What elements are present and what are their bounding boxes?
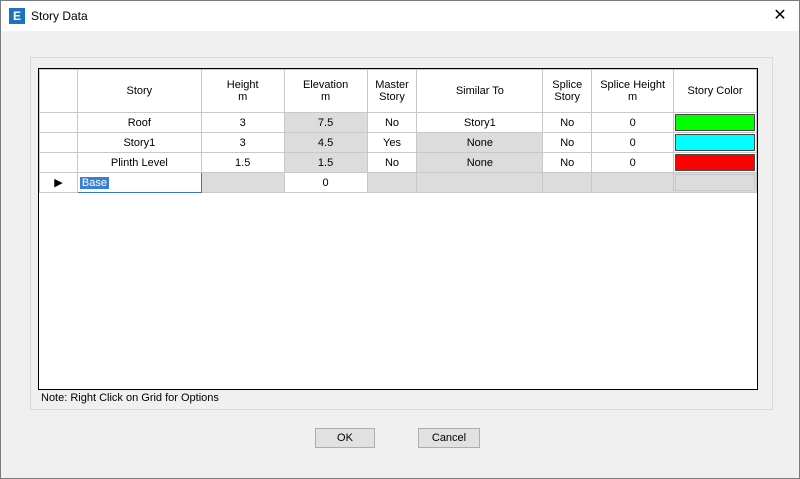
color-swatch-disabled: [675, 174, 755, 191]
splice-story-cell[interactable]: No: [542, 132, 593, 153]
elevation-cell: 7.5: [283, 112, 368, 133]
table-row[interactable]: Roof 3 7.5 No Story1 No 0: [39, 112, 757, 133]
splice-story-cell: [542, 172, 593, 193]
col-header-story-color[interactable]: Story Color: [673, 69, 757, 113]
col-header-story[interactable]: Story: [76, 69, 202, 113]
story-grid[interactable]: Story Height m Elevation m Master Story Si…: [38, 68, 758, 390]
table-row[interactable]: Plinth Level 1.5 1.5 No None No 0: [39, 152, 757, 173]
height-cell[interactable]: 3: [200, 132, 285, 153]
col-header-height[interactable]: Height m: [200, 69, 285, 113]
row-header[interactable]: [39, 132, 78, 153]
story-color-cell[interactable]: [673, 152, 757, 173]
current-row-indicator-icon: ▶: [39, 172, 78, 193]
table-row[interactable]: Story1 3 4.5 Yes None No 0: [39, 132, 757, 153]
story-color-cell: [673, 172, 757, 193]
row-header-corner: [39, 69, 78, 113]
master-story-cell: [366, 172, 418, 193]
height-cell[interactable]: 1.5: [200, 152, 285, 173]
elevation-cell: 1.5: [283, 152, 368, 173]
story-cell[interactable]: Roof: [76, 112, 202, 133]
similar-to-cell: [416, 172, 544, 193]
story-cell[interactable]: Plinth Level: [76, 152, 202, 173]
elevation-cell: 4.5: [283, 132, 368, 153]
height-cell[interactable]: 3: [200, 112, 285, 133]
splice-story-cell[interactable]: No: [542, 152, 593, 173]
window-title: Story Data: [31, 9, 88, 23]
col-header-master-story[interactable]: Master Story: [366, 69, 418, 113]
similar-to-cell[interactable]: Story1: [416, 112, 544, 133]
col-header-splice-story[interactable]: Splice Story: [542, 69, 593, 113]
story-table: Story Height m Elevation m Master Story Si…: [39, 69, 757, 193]
base-story-edit-cell[interactable]: Base: [76, 172, 202, 193]
etabs-app-icon: E: [9, 8, 25, 24]
base-story-input[interactable]: Base: [79, 176, 109, 189]
splice-height-cell[interactable]: 0: [591, 132, 675, 153]
story-cell[interactable]: Story1: [76, 132, 202, 153]
color-swatch[interactable]: [675, 114, 755, 131]
title-bar: E Story Data ✕: [1, 1, 799, 31]
row-header[interactable]: [39, 152, 78, 173]
similar-to-cell: None: [416, 152, 544, 173]
splice-story-cell[interactable]: No: [542, 112, 593, 133]
splice-height-cell: [591, 172, 675, 193]
story-color-cell[interactable]: [673, 112, 757, 133]
story-color-cell[interactable]: [673, 132, 757, 153]
height-cell: [200, 172, 285, 193]
master-story-cell[interactable]: No: [366, 152, 418, 173]
master-story-cell[interactable]: Yes: [366, 132, 418, 153]
grid-note: Note: Right Click on Grid for Options: [41, 392, 219, 404]
splice-height-cell[interactable]: 0: [591, 152, 675, 173]
row-header[interactable]: [39, 112, 78, 133]
master-story-cell[interactable]: No: [366, 112, 418, 133]
cancel-button[interactable]: Cancel: [418, 428, 480, 448]
col-header-elevation[interactable]: Elevation m: [283, 69, 368, 113]
col-header-similar-to[interactable]: Similar To: [416, 69, 544, 113]
base-row[interactable]: ▶ Base 0: [39, 172, 757, 193]
header-row: Story Height m Elevation m Master Story Si…: [39, 69, 757, 113]
ok-button[interactable]: OK: [315, 428, 375, 448]
color-swatch[interactable]: [675, 154, 755, 171]
splice-height-cell[interactable]: 0: [591, 112, 675, 133]
close-icon[interactable]: ✕: [769, 5, 791, 27]
elevation-cell[interactable]: 0: [283, 172, 368, 193]
color-swatch[interactable]: [675, 134, 755, 151]
similar-to-cell: None: [416, 132, 544, 153]
col-header-splice-height[interactable]: Splice Height m: [591, 69, 675, 113]
